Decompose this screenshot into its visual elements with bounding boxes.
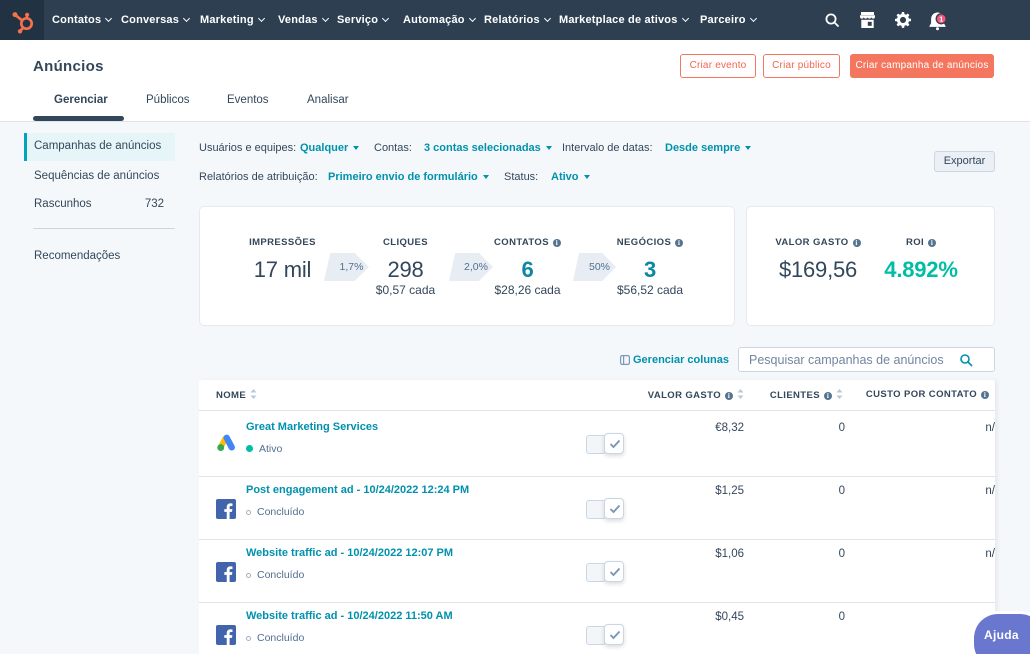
svg-text:1: 1 — [939, 16, 943, 23]
